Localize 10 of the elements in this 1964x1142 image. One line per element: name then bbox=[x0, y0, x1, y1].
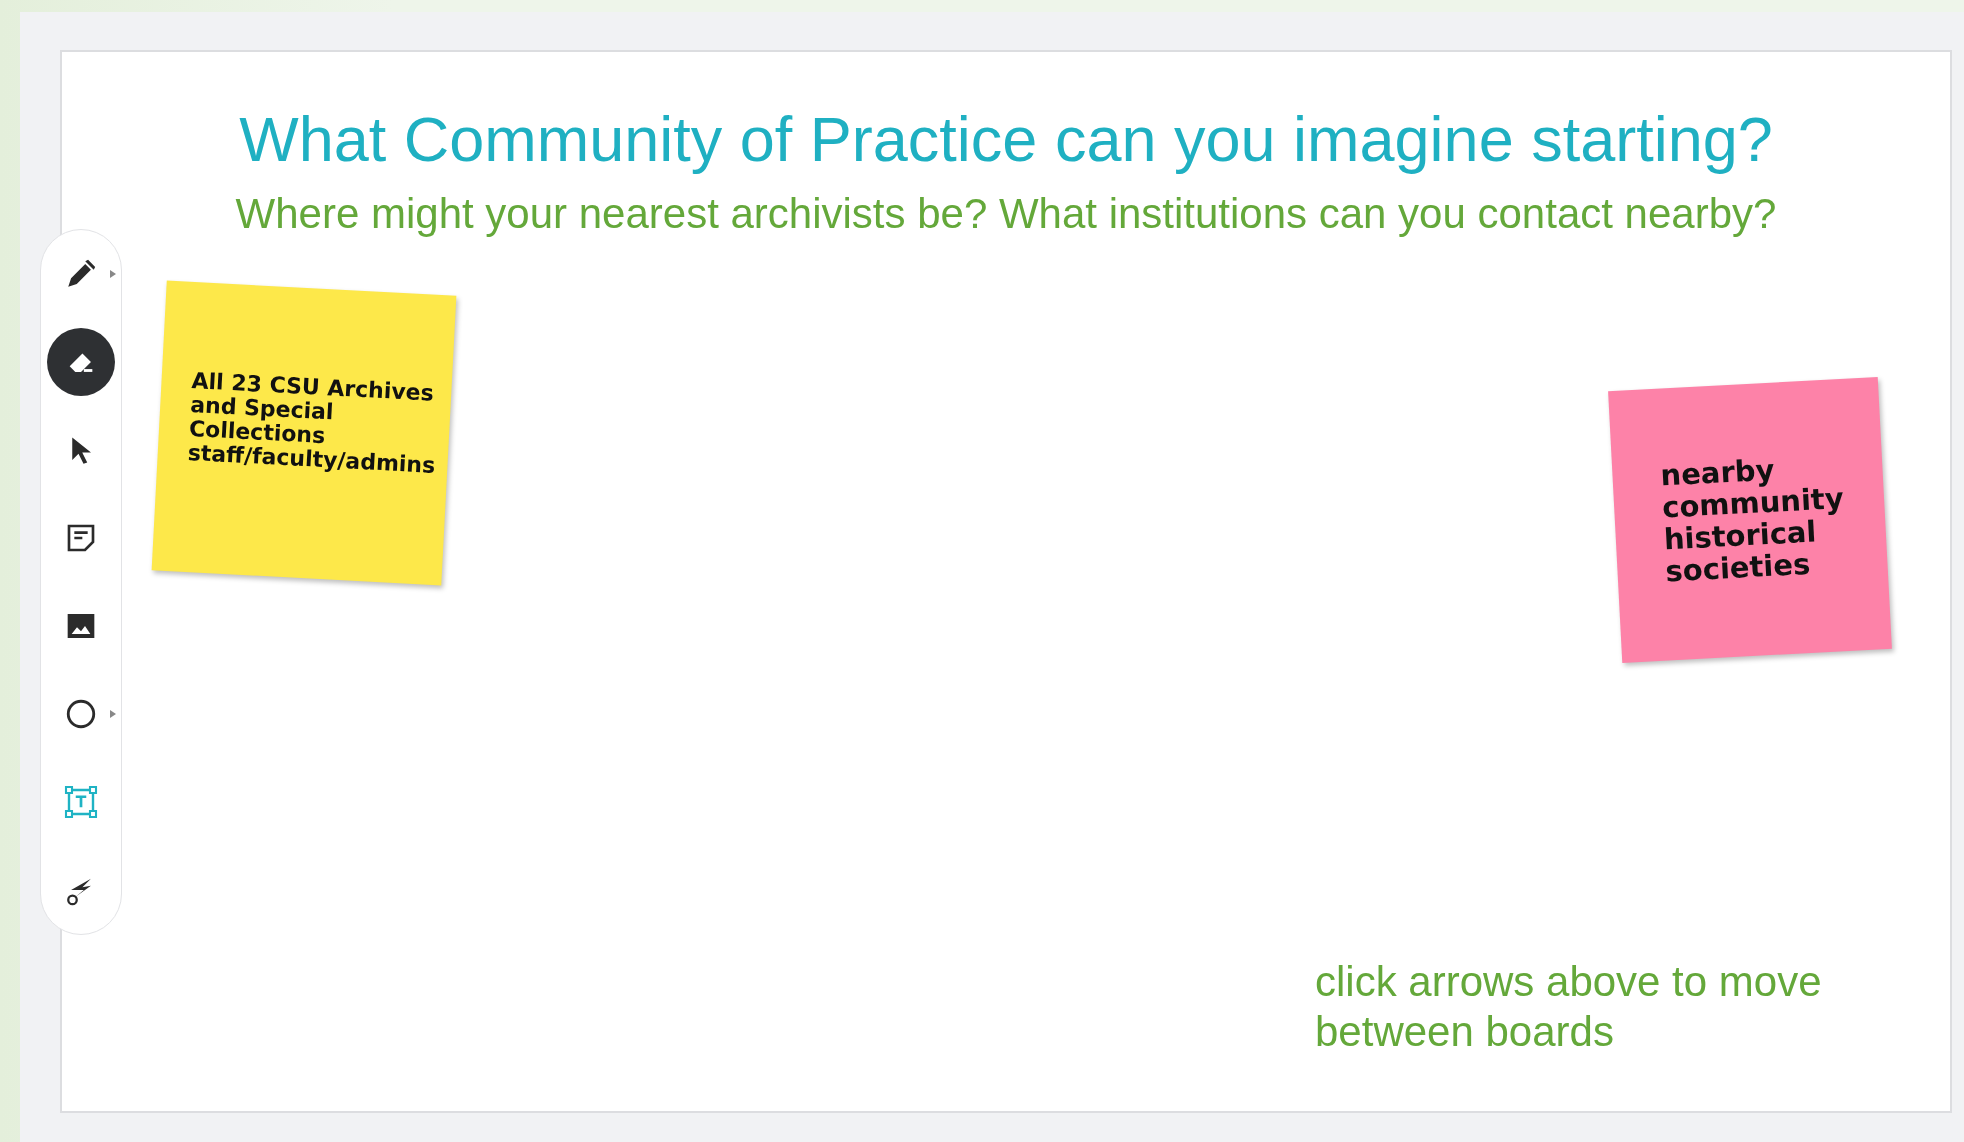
text-box-icon bbox=[63, 784, 99, 820]
hint-text: click arrows above to move between boards bbox=[1315, 957, 1823, 1058]
caret-icon bbox=[109, 269, 117, 279]
sticky-note[interactable]: All 23 CSU Archives and Special Collections staff/faculty/admins bbox=[151, 280, 457, 586]
sticky-note[interactable]: nearby community historical societies bbox=[1608, 377, 1892, 663]
caret-icon bbox=[109, 709, 117, 719]
board-title: What Community of Practice can you imagine starting? bbox=[238, 103, 1774, 176]
circle-icon bbox=[64, 697, 98, 731]
sticky-note-icon bbox=[65, 522, 97, 554]
board-subtitle: Where might your nearest archivists be? What institutions can you contact nearby? bbox=[234, 189, 1778, 238]
